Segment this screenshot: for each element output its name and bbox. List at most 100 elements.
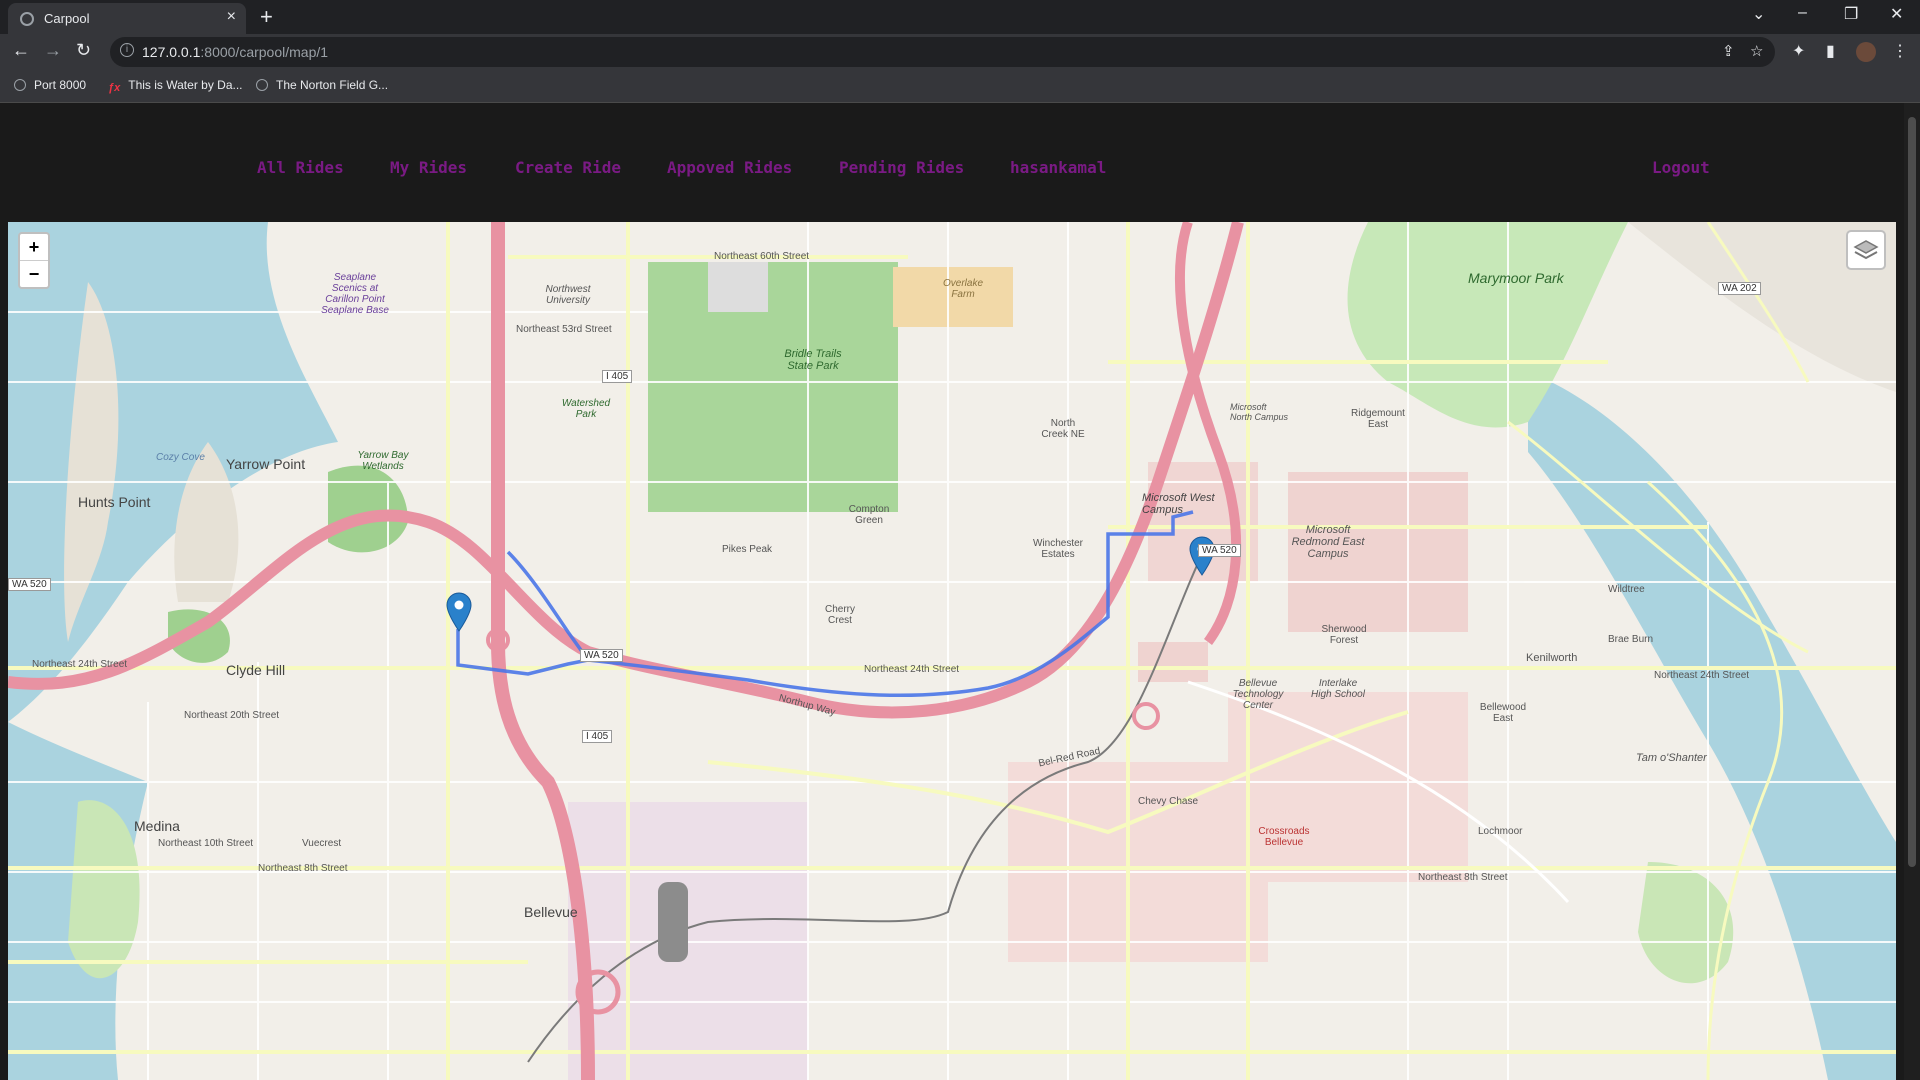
label-watershed-park: Watershed Park [561, 398, 611, 420]
function-icon: ƒx [108, 82, 121, 94]
label-ne-8th-east: Northeast 8th Street [1418, 872, 1508, 883]
bookmark-label: The Norton Field G... [276, 78, 389, 92]
label-kenilworth: Kenilworth [1526, 652, 1578, 664]
label-brae-burn: Brae Burn [1608, 634, 1654, 645]
shield-wa520-mid: WA 520 [580, 649, 623, 662]
bookmark-this-is-water[interactable]: ƒx This is Water by Da... [108, 78, 243, 94]
label-winchester-estates: Winchester Estates [1032, 538, 1083, 560]
label-north-creek: North Creek NE [1041, 418, 1085, 440]
label-microsoft-east-campus: Microsoft Redmond East Campus [1291, 524, 1365, 560]
close-window-icon[interactable]: ✕ [1890, 4, 1903, 24]
globe-icon [256, 79, 268, 91]
label-ne-24th-east: Northeast 24th Street [1654, 670, 1750, 681]
nav-create-ride[interactable]: Create Ride [515, 158, 621, 177]
start-location-marker[interactable] [446, 592, 472, 632]
shield-i405-south: I 405 [582, 730, 613, 743]
globe-icon [14, 79, 26, 91]
label-northwest-university: Northwest University [545, 284, 591, 306]
label-tam-o-shanter: Tam o'Shanter [1636, 752, 1707, 764]
page-scrollbar[interactable] [1904, 103, 1920, 1080]
menu-kebab-icon[interactable]: ⋮ [1892, 41, 1908, 61]
bookmark-norton-field[interactable]: The Norton Field G... [256, 78, 388, 92]
label-cozy-cove: Cozy Cove [156, 452, 205, 463]
label-microsoft-west-campus: Microsoft West Campus [1142, 492, 1215, 516]
label-ridgemount-east: Ridgemount East [1351, 408, 1405, 430]
globe-icon [20, 12, 34, 26]
browser-tab-strip: Carpool × + ⌄ – ❐ ✕ [0, 0, 1920, 34]
label-crossroads-bellevue: Crossroads Bellevue [1258, 826, 1310, 848]
label-seaplane-base: Seaplane Scenics at Carillon Point Seapl… [321, 272, 389, 316]
label-lochmoor: Lochmoor [1478, 826, 1523, 837]
label-microsoft-north-campus: Microsoft North Campus [1230, 402, 1289, 422]
bookmarks-bar: Port 8000 ƒx This is Water by Da... The N… [0, 70, 1920, 103]
nav-all-rides[interactable]: All Rides [257, 158, 344, 177]
label-yarrow-bay-wetlands: Yarrow Bay Wetlands [357, 450, 409, 472]
top-navigation: All Rides My Rides Create Ride Appoved R… [0, 103, 1904, 223]
shield-i405-north: I 405 [602, 370, 633, 383]
back-icon[interactable]: ← [12, 40, 30, 61]
nav-pending-rides[interactable]: Pending Rides [839, 158, 964, 177]
site-info-icon[interactable]: i [120, 43, 134, 57]
route-map[interactable]: Marymoor Park Bridle Trails State Park Y… [8, 222, 1896, 1080]
nav-my-rides[interactable]: My Rides [390, 158, 467, 177]
new-tab-icon[interactable]: + [260, 4, 273, 30]
label-wildtree: Wildtree [1608, 584, 1645, 595]
browser-toolbar: ← → ↻ i 127.0.0.1:8000/carpool/map/1 ⇪ ☆… [0, 34, 1920, 70]
label-ne-20th: Northeast 20th Street [184, 710, 280, 721]
bookmark-port-8000[interactable]: Port 8000 [14, 78, 86, 92]
label-interlake-high-school: Interlake High School [1311, 678, 1365, 700]
label-bellewood-east: Bellewood East [1479, 702, 1527, 724]
scrollbar-thumb[interactable] [1908, 117, 1916, 867]
label-sherwood-forest: Sherwood Forest [1321, 624, 1367, 646]
label-bridle-trails: Bridle Trails State Park [784, 348, 842, 372]
zoom-out-button[interactable]: − [20, 260, 48, 287]
shield-wa520-east: WA 520 [1198, 544, 1241, 557]
label-chevy-chase: Chevy Chase [1138, 796, 1199, 807]
label-ne-10th: Northeast 10th Street [158, 838, 254, 849]
forward-icon[interactable]: → [44, 40, 62, 61]
bookmark-label: Port 8000 [34, 78, 87, 92]
tab-title: Carpool [44, 11, 90, 26]
label-cherry-crest: Cherry Crest [824, 604, 855, 626]
url-path: :8000/carpool/map/1 [200, 44, 329, 60]
profile-avatar[interactable] [1856, 42, 1876, 62]
label-overlake-farm: Overlake Farm [942, 278, 983, 300]
label-vuecrest: Vuecrest [302, 838, 342, 849]
reload-icon[interactable]: ↻ [76, 40, 91, 61]
shield-wa202: WA 202 [1718, 282, 1761, 295]
minimize-icon[interactable]: – [1798, 4, 1807, 22]
label-marymoor-park: Marymoor Park [1468, 270, 1564, 286]
label-compton-green: Compton Green [848, 504, 890, 526]
label-ne-24th-west: Northeast 24th Street [32, 659, 128, 670]
layers-control-button[interactable] [1846, 230, 1886, 270]
nav-logout[interactable]: Logout [1652, 158, 1710, 177]
close-tab-icon[interactable]: × [227, 8, 236, 26]
label-ne-24th-mid: Northeast 24th Street [864, 664, 960, 675]
url-host: 127.0.0.1 [142, 44, 201, 60]
label-ne-8th-west: Northeast 8th Street [258, 863, 348, 874]
layers-icon [1853, 240, 1879, 260]
label-ne-53rd: Northeast 53rd Street [516, 324, 612, 335]
nav-username[interactable]: hasankamal [1010, 158, 1106, 177]
extensions-icon[interactable]: ✦ [1792, 41, 1805, 61]
zoom-control: + − [18, 232, 50, 289]
label-yarrow-point: Yarrow Point [226, 456, 306, 472]
bookmark-star-icon[interactable]: ☆ [1750, 42, 1763, 60]
shield-wa520-west: WA 520 [8, 578, 51, 591]
restore-icon[interactable]: ❐ [1844, 4, 1858, 24]
page: All Rides My Rides Create Ride Appoved R… [0, 103, 1904, 1080]
side-panel-icon[interactable]: ▮ [1826, 41, 1835, 61]
label-bellevue: Bellevue [524, 904, 578, 920]
tab-search-icon[interactable]: ⌄ [1752, 4, 1765, 24]
nav-approved-rides[interactable]: Appoved Rides [667, 158, 792, 177]
label-clyde-hill: Clyde Hill [226, 662, 286, 678]
share-icon[interactable]: ⇪ [1722, 42, 1735, 60]
label-ne-60th: Northeast 60th Street [714, 251, 810, 262]
label-pikes-peak: Pikes Peak [722, 544, 773, 555]
browser-tab[interactable]: Carpool × [8, 3, 246, 34]
address-bar[interactable]: i 127.0.0.1:8000/carpool/map/1 ⇪ ☆ [110, 37, 1775, 67]
label-hunts-point: Hunts Point [78, 494, 151, 510]
bookmark-label: This is Water by Da... [128, 78, 243, 92]
label-bellevue-technology-center: Bellevue Technology Center [1232, 678, 1284, 711]
zoom-in-button[interactable]: + [20, 234, 48, 260]
